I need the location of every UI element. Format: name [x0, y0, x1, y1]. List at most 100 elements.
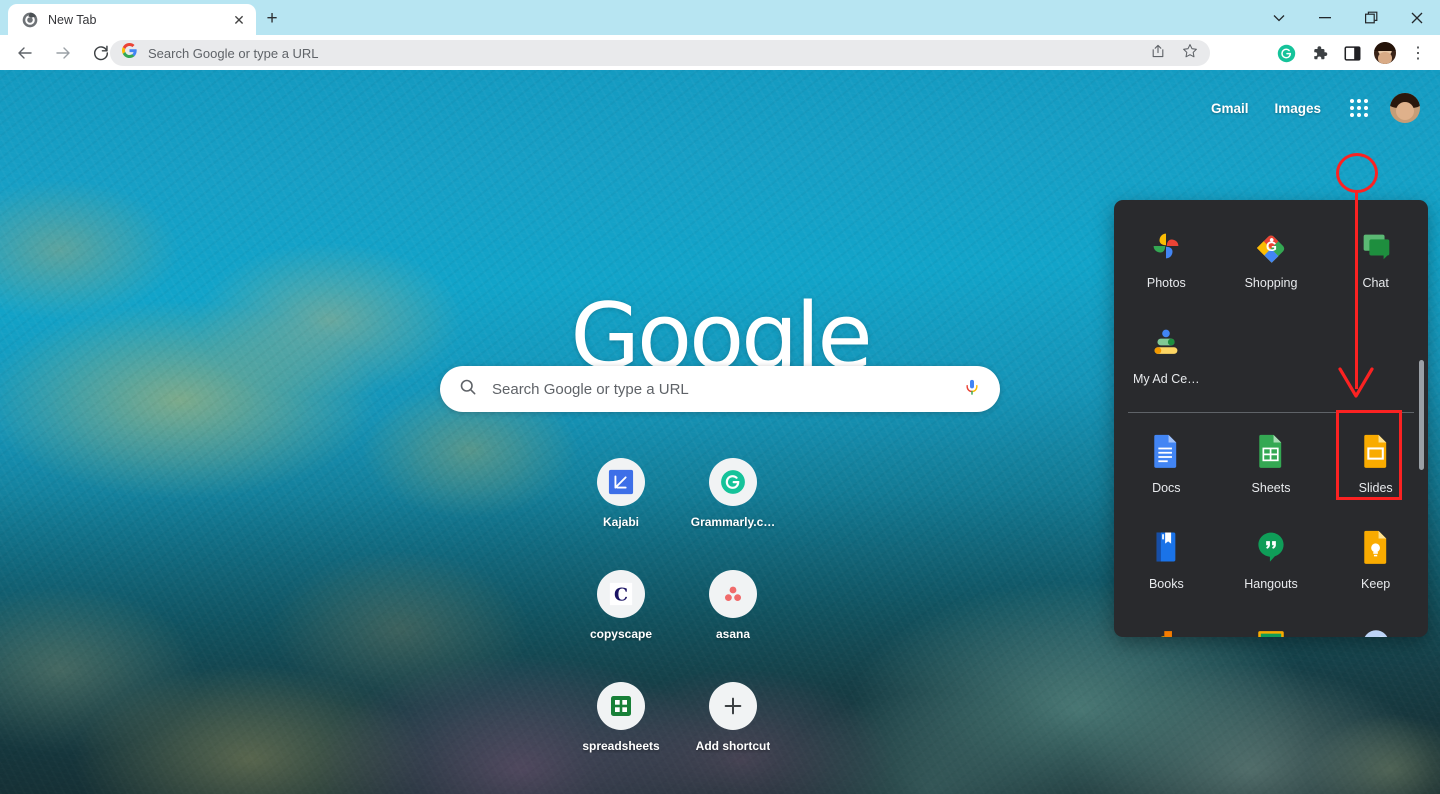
- apps-grid-top: Photos G Shopping Chat My Ad Ce…: [1114, 216, 1428, 408]
- new-tab-button[interactable]: +: [258, 5, 286, 33]
- tab-search-icon[interactable]: [1256, 0, 1302, 35]
- browser-tab-new-tab[interactable]: New Tab ✕: [8, 4, 256, 35]
- my-ad-center-icon: [1144, 320, 1188, 364]
- app-item-hangouts[interactable]: Hangouts: [1219, 517, 1324, 613]
- app-item-classroom[interactable]: [1219, 613, 1324, 637]
- google-chat-icon: [1354, 224, 1398, 268]
- app-label: Shopping: [1244, 276, 1298, 290]
- app-item-sheets[interactable]: Sheets: [1219, 421, 1324, 517]
- app-label: My Ad Ce…: [1132, 372, 1200, 386]
- google-jamboard-icon: [1144, 621, 1188, 637]
- google-earth-icon: [1354, 621, 1398, 637]
- app-item-earth[interactable]: [1323, 613, 1428, 637]
- shortcut-asana[interactable]: asana: [677, 554, 789, 666]
- browser-window: New Tab ✕ + Search Google or type a URL …: [0, 0, 1440, 794]
- shortcut-grammarly[interactable]: Grammarly.c…: [677, 442, 789, 554]
- microphone-icon[interactable]: [962, 377, 982, 402]
- address-bar[interactable]: Search Google or type a URL: [110, 40, 1210, 66]
- app-item-my-ad-center[interactable]: My Ad Ce…: [1114, 312, 1219, 408]
- shortcut-grid: Kajabi Grammarly.c… C copyscape asana sp…: [565, 442, 875, 778]
- images-link[interactable]: Images: [1261, 101, 1334, 116]
- google-books-icon: [1144, 525, 1188, 569]
- google-shopping-icon: G: [1249, 224, 1293, 268]
- shortcut-label: Add shortcut: [695, 739, 771, 753]
- app-item-docs[interactable]: Docs: [1114, 421, 1219, 517]
- close-button-icon[interactable]: [1394, 0, 1440, 35]
- side-panel-icon[interactable]: [1338, 39, 1366, 67]
- app-item-books[interactable]: Books: [1114, 517, 1219, 613]
- google-sheets-icon: [1249, 429, 1293, 473]
- google-photos-icon: [1144, 224, 1188, 268]
- back-button-icon[interactable]: [10, 38, 40, 68]
- shortcut-copyscape[interactable]: C copyscape: [565, 554, 677, 666]
- grammarly-icon: [709, 458, 757, 506]
- shortcut-spreadsheets[interactable]: spreadsheets: [565, 666, 677, 778]
- app-label: Docs: [1152, 481, 1181, 495]
- tab-title: New Tab: [48, 12, 97, 27]
- window-controls: [1256, 0, 1440, 35]
- google-keep-icon: [1354, 525, 1398, 569]
- profile-avatar[interactable]: [1371, 39, 1399, 67]
- google-docs-icon: [1144, 429, 1188, 473]
- google-account-avatar[interactable]: [1390, 93, 1420, 123]
- browser-toolbar: Search Google or type a URL ⋮: [0, 35, 1440, 70]
- chrome-favicon-icon: [22, 12, 38, 28]
- shortcut-label: copyscape: [589, 627, 653, 641]
- google-classroom-icon: [1249, 621, 1293, 637]
- app-label: Photos: [1146, 276, 1186, 290]
- shortcut-label: Grammarly.c…: [690, 515, 776, 529]
- shortcut-label: spreadsheets: [582, 739, 660, 753]
- shortcut-label: Kajabi: [602, 515, 639, 529]
- chrome-menu-icon[interactable]: ⋮: [1404, 39, 1432, 67]
- app-grid-spacer: [1219, 312, 1324, 408]
- app-label: Books: [1148, 577, 1184, 591]
- forward-button-icon[interactable]: [48, 38, 78, 68]
- app-label: Chat: [1362, 276, 1389, 290]
- omnibox-action-icons: [1150, 43, 1198, 64]
- app-label: Hangouts: [1244, 577, 1298, 591]
- gmail-link[interactable]: Gmail: [1198, 101, 1262, 116]
- plus-icon: [709, 682, 757, 730]
- new-tab-page: Gmail Images Google Search Google or typ…: [0, 70, 1440, 794]
- tab-strip: New Tab ✕ +: [0, 0, 1440, 35]
- search-icon: [458, 377, 478, 402]
- apps-grid-icon: [1350, 99, 1368, 117]
- minimize-button-icon[interactable]: [1302, 0, 1348, 35]
- app-item-keep[interactable]: Keep: [1323, 517, 1428, 613]
- ntp-header: Gmail Images: [1198, 88, 1420, 128]
- maximize-button-icon[interactable]: [1348, 0, 1394, 35]
- bookmark-star-icon[interactable]: [1182, 43, 1198, 64]
- extensions-puzzle-icon[interactable]: [1305, 39, 1333, 67]
- address-bar-placeholder: Search Google or type a URL: [148, 45, 319, 61]
- add-shortcut-button[interactable]: Add shortcut: [677, 666, 789, 778]
- annotation-circle-apps-button: [1336, 153, 1378, 193]
- svg-text:C: C: [614, 585, 628, 606]
- app-item-chat[interactable]: Chat: [1323, 216, 1428, 312]
- app-item-photos[interactable]: Photos: [1114, 216, 1219, 312]
- asana-icon: [709, 570, 757, 618]
- annotation-box-slides: [1336, 410, 1402, 500]
- copyscape-icon: C: [597, 570, 645, 618]
- grammarly-extension-icon[interactable]: [1272, 39, 1300, 67]
- google-hangouts-icon: [1249, 525, 1293, 569]
- avatar: [1374, 42, 1396, 64]
- search-input-placeholder: Search Google or type a URL: [492, 380, 689, 398]
- app-item-jamboard[interactable]: [1114, 613, 1219, 637]
- toolbar-icons: ⋮: [1272, 38, 1432, 68]
- kajabi-icon: [597, 458, 645, 506]
- tab-close-icon[interactable]: ✕: [230, 11, 248, 29]
- app-label: Sheets: [1251, 481, 1291, 495]
- share-icon[interactable]: [1150, 43, 1166, 64]
- shortcut-kajabi[interactable]: Kajabi: [565, 442, 677, 554]
- annotation-arrow-head: [1337, 366, 1375, 402]
- search-input[interactable]: Search Google or type a URL: [440, 366, 1000, 412]
- svg-text:G: G: [1266, 239, 1277, 255]
- shortcut-label: asana: [715, 627, 751, 641]
- google-g-icon: [122, 43, 137, 63]
- apps-grid-button[interactable]: [1342, 91, 1376, 125]
- app-label: Keep: [1361, 577, 1391, 591]
- app-item-shopping[interactable]: G Shopping: [1219, 216, 1324, 312]
- annotation-arrow-line: [1355, 191, 1358, 389]
- sheets-icon: [597, 682, 645, 730]
- apps-panel-scrollbar[interactable]: [1419, 360, 1424, 470]
